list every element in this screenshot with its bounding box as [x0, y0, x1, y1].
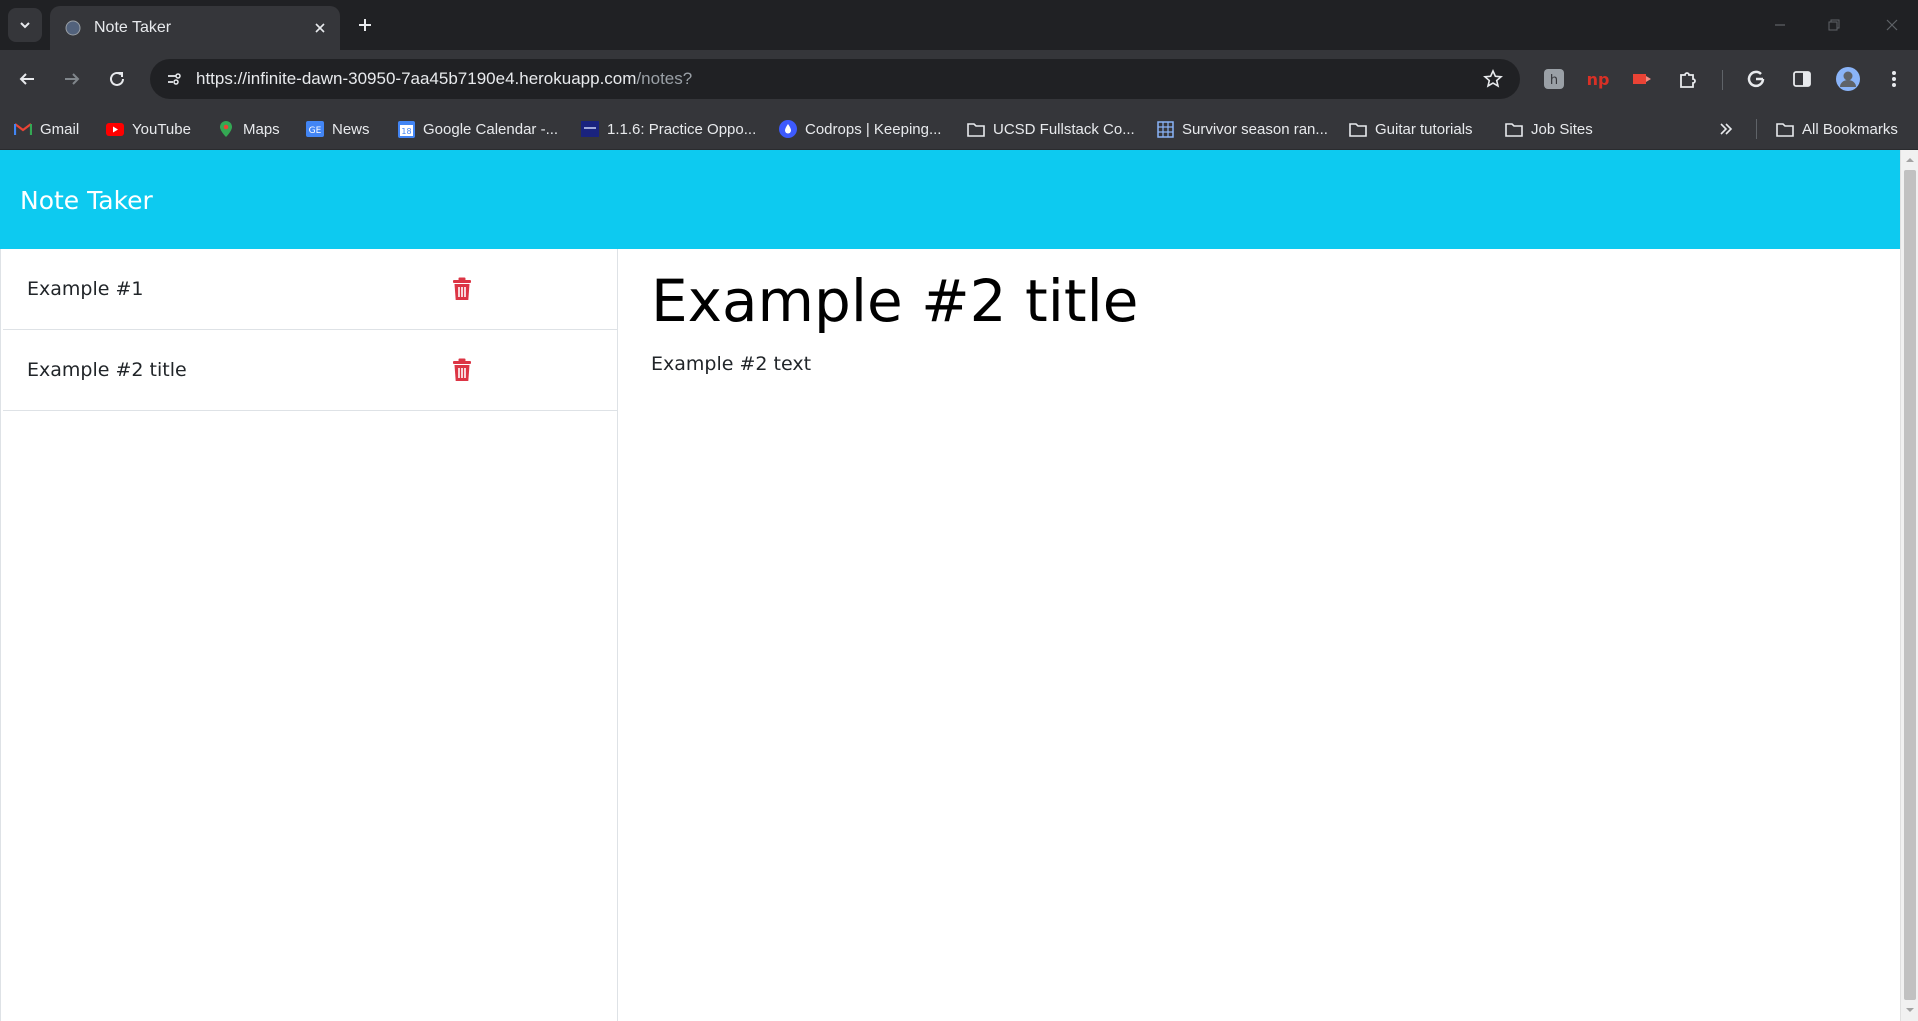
app-navbar: Note Taker	[0, 150, 1900, 249]
scrollbar-thumb[interactable]	[1904, 170, 1916, 1000]
calendar-icon: 18	[397, 120, 415, 138]
note-list-title: Example #2 title	[27, 359, 187, 381]
sheets-icon	[1156, 120, 1174, 138]
extension-icon[interactable]: np	[1584, 65, 1612, 93]
reload-button[interactable]	[100, 62, 134, 96]
bookmark-label: Codrops | Keeping...	[805, 120, 942, 138]
tab-title: Note Taker	[94, 19, 172, 36]
back-button[interactable]	[10, 62, 44, 96]
bookmark-folder-ucsd[interactable]: UCSD Fullstack Co...	[967, 117, 1135, 141]
list-item[interactable]: Example #1	[3, 249, 617, 330]
profile-avatar-icon[interactable]	[1834, 65, 1862, 93]
bookmark-label: YouTube	[132, 120, 191, 138]
close-tab-icon[interactable]	[310, 18, 330, 38]
all-bookmarks-button[interactable]: All Bookmarks	[1776, 117, 1898, 141]
arrow-right-icon	[65, 73, 80, 85]
notes-list: Example #1 Example #2 title	[0, 249, 618, 1021]
bookmark-folder-jobs[interactable]: Job Sites	[1505, 117, 1593, 141]
minimize-button[interactable]	[1760, 8, 1800, 42]
globe-icon	[64, 19, 82, 37]
svg-text:np: np	[1587, 70, 1609, 89]
bookmark-label: Maps	[243, 120, 280, 138]
trash-icon[interactable]	[450, 356, 474, 384]
new-tab-button[interactable]	[352, 12, 378, 38]
note-title[interactable]: Example #2 title	[651, 267, 1138, 335]
note-text[interactable]: Example #2 text	[651, 353, 811, 375]
folder-icon	[1505, 120, 1523, 138]
close-window-button[interactable]	[1872, 8, 1912, 42]
bookmark-star-icon[interactable]	[1482, 68, 1504, 90]
side-panel-icon[interactable]	[1788, 65, 1816, 93]
forward-button[interactable]	[55, 62, 89, 96]
page-scrollbar[interactable]	[1900, 150, 1918, 1021]
trash-icon[interactable]	[450, 275, 474, 303]
bookmark-calendar[interactable]: 18 Google Calendar -...	[397, 117, 558, 141]
bookmark-label: Survivor season ran...	[1182, 120, 1328, 138]
url-path: /notes?	[636, 69, 693, 88]
browser-toolbar: https://infinite-dawn-30950-7aa45b7190e4…	[0, 50, 1918, 108]
note-list-title: Example #1	[27, 278, 144, 300]
app-brand[interactable]: Note Taker	[20, 186, 153, 215]
bookmark-label: 1.1.6: Practice Oppo...	[607, 120, 757, 138]
bookmark-label: News	[332, 120, 370, 138]
chevron-down-icon	[20, 22, 30, 29]
extension-icon[interactable]: h	[1540, 65, 1568, 93]
course-icon	[581, 120, 599, 138]
youtube-icon	[106, 120, 124, 138]
bookmark-gmail[interactable]: Gmail	[14, 117, 79, 141]
url-text[interactable]: https://infinite-dawn-30950-7aa45b7190e4…	[196, 69, 692, 89]
svg-text:h: h	[1550, 73, 1558, 88]
folder-icon	[967, 120, 985, 138]
url-host: https://infinite-dawn-30950-7aa45b7190e4…	[196, 69, 637, 88]
folder-icon	[1349, 120, 1367, 138]
all-bookmarks-label: All Bookmarks	[1802, 120, 1898, 138]
site-info-icon[interactable]	[160, 65, 188, 93]
scroll-down-icon[interactable]	[1905, 1005, 1915, 1015]
bookmark-youtube[interactable]: YouTube	[106, 117, 191, 141]
note-detail: Example #2 title Example #2 text	[619, 249, 1900, 1021]
bookmark-survivor[interactable]: Survivor season ran...	[1156, 117, 1328, 141]
bookmark-maps[interactable]: Maps	[217, 117, 280, 141]
plus-icon	[359, 19, 371, 31]
restore-icon	[1828, 19, 1840, 31]
browser-tab[interactable]: Note Taker	[50, 6, 340, 50]
maps-icon	[217, 120, 235, 138]
puzzle-icon[interactable]	[1674, 65, 1702, 93]
bookmark-label: Gmail	[40, 120, 80, 138]
reload-icon	[110, 71, 124, 86]
bookmark-label: Job Sites	[1531, 120, 1593, 138]
bookmark-news[interactable]: GE News	[306, 117, 370, 141]
scroll-up-icon[interactable]	[1905, 155, 1915, 165]
svg-text:18: 18	[401, 127, 411, 136]
restore-button[interactable]	[1814, 8, 1854, 42]
toolbar-divider	[1722, 70, 1723, 90]
bookmarks-bar: Gmail YouTube Maps GE News 18 Google Cal…	[0, 108, 1918, 150]
bookmark-label: Google Calendar -...	[423, 120, 559, 138]
bookmark-folder-guitar[interactable]: Guitar tutorials	[1349, 117, 1473, 141]
google-icon[interactable]	[1742, 65, 1770, 93]
more-bookmarks-icon[interactable]	[1714, 117, 1738, 141]
tab-search-button[interactable]	[8, 8, 42, 42]
arrow-left-icon	[19, 73, 34, 85]
svg-text:GE: GE	[309, 126, 322, 136]
folder-icon	[1776, 120, 1794, 138]
address-bar[interactable]: https://infinite-dawn-30950-7aa45b7190e4…	[150, 59, 1520, 99]
extension-icon[interactable]	[1628, 65, 1656, 93]
note-taker-page: Note Taker Example #1 Example #2 title E…	[0, 150, 1900, 1021]
close-icon	[1886, 19, 1898, 31]
bookmark-practice[interactable]: 1.1.6: Practice Oppo...	[581, 117, 756, 141]
bookmarks-divider	[1756, 119, 1757, 139]
news-icon: GE	[306, 120, 324, 138]
gmail-icon	[14, 120, 32, 138]
codrops-icon	[779, 120, 797, 138]
bookmark-label: Guitar tutorials	[1375, 120, 1473, 138]
bookmark-codrops[interactable]: Codrops | Keeping...	[779, 117, 941, 141]
list-item[interactable]: Example #2 title	[3, 330, 617, 411]
browser-tabstrip: Note Taker	[0, 0, 1918, 50]
bookmark-label: UCSD Fullstack Co...	[993, 120, 1135, 138]
more-menu-icon[interactable]	[1880, 65, 1908, 93]
minimize-icon	[1775, 24, 1785, 26]
